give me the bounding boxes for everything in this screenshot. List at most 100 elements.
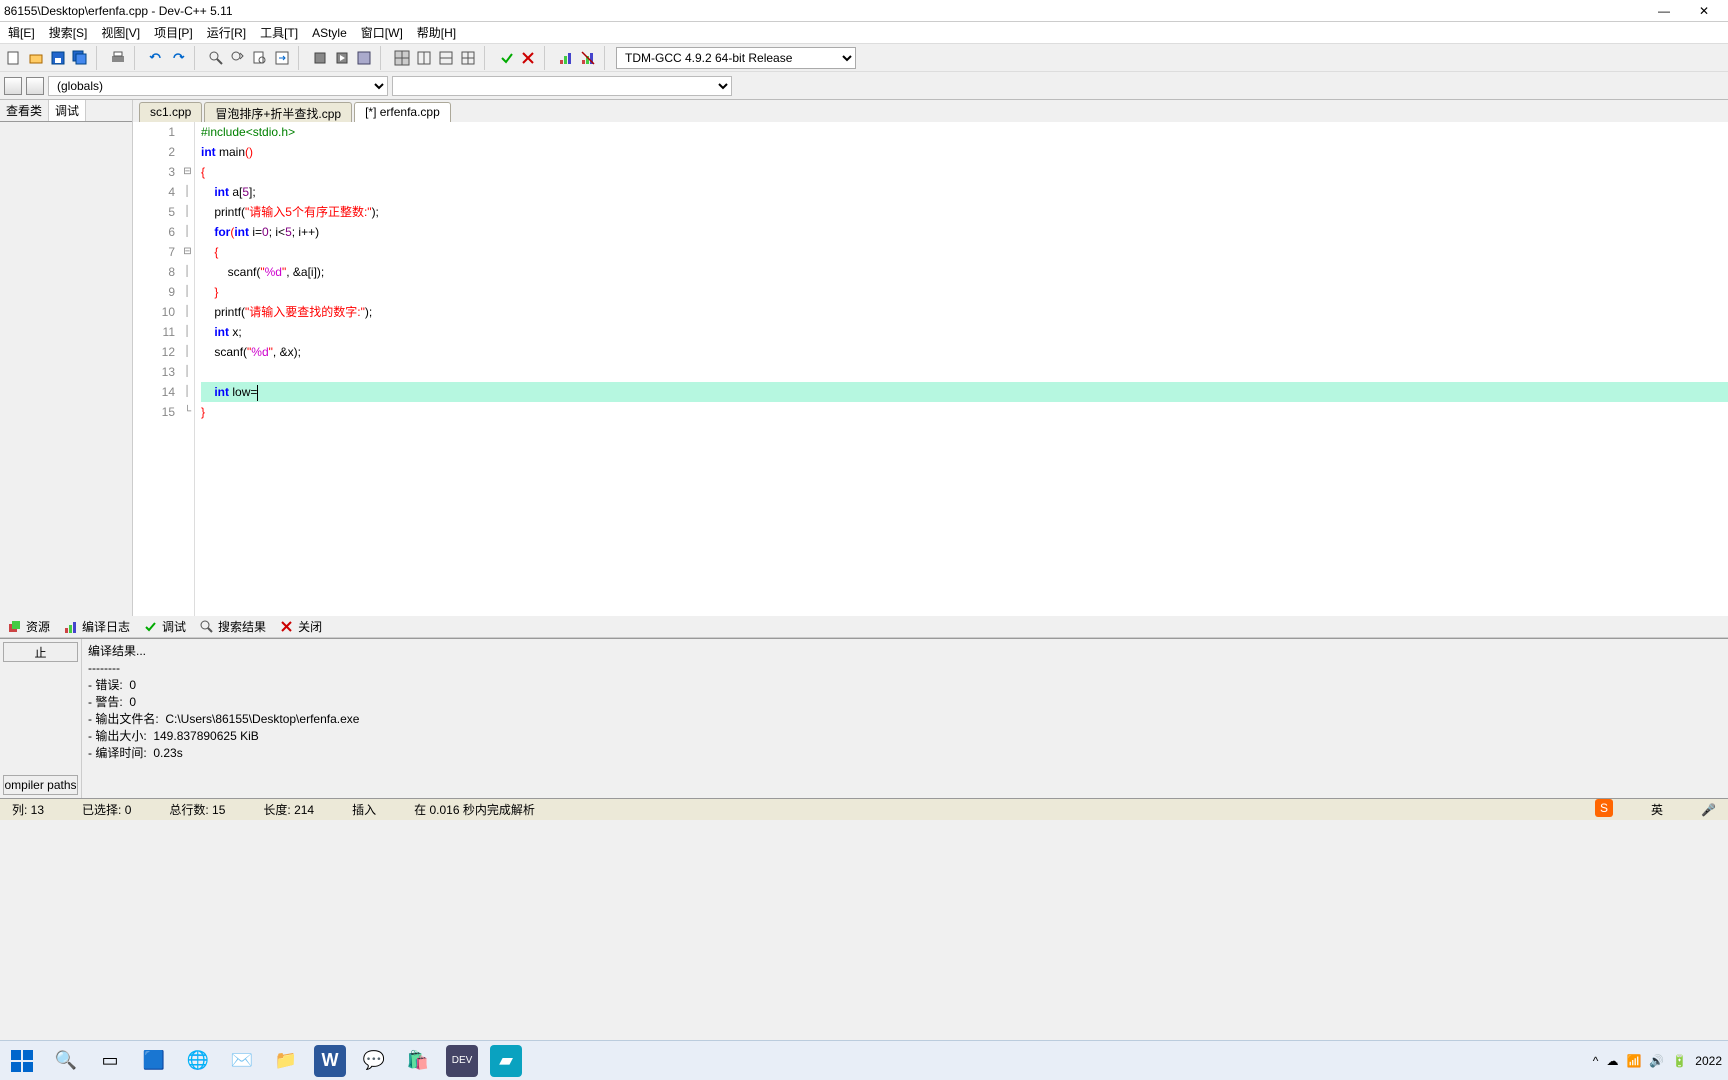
compiler-select[interactable]: TDM-GCC 4.9.2 64-bit Release: [616, 47, 856, 69]
rebuild-icon[interactable]: [392, 48, 412, 68]
edge-icon[interactable]: 🌐: [182, 1045, 214, 1077]
toolbar-separator: [380, 46, 386, 70]
ime-mic-icon[interactable]: 🎤: [1697, 803, 1720, 817]
menu-window[interactable]: 窗口[W]: [357, 22, 407, 43]
menu-search[interactable]: 搜索[S]: [45, 22, 92, 43]
compile-run-icon[interactable]: [354, 48, 374, 68]
tray-wifi-icon[interactable]: 📶: [1626, 1054, 1641, 1068]
open-icon[interactable]: [26, 48, 46, 68]
log-errors: - 错误: 0: [88, 677, 1722, 694]
status-total-lines: 总行数: 15: [165, 801, 229, 818]
sidetab-classes[interactable]: 查看类: [0, 100, 49, 121]
new-file-icon[interactable]: [4, 48, 24, 68]
layout3-icon[interactable]: [458, 48, 478, 68]
task-view-icon[interactable]: ▭: [94, 1045, 126, 1077]
menu-project[interactable]: 项目[P]: [150, 22, 197, 43]
layout1-icon[interactable]: [414, 48, 434, 68]
store-icon[interactable]: 🛍️: [402, 1045, 434, 1077]
run-icon[interactable]: [332, 48, 352, 68]
redo-icon[interactable]: [168, 48, 188, 68]
toolbar-separator: [96, 46, 102, 70]
ime-lang[interactable]: 英: [1647, 801, 1667, 818]
output-panel: 止 ompiler paths 编译结果... -------- - 错误: 0…: [0, 638, 1728, 798]
close-button[interactable]: ✕: [1684, 0, 1724, 22]
search-icon[interactable]: 🔍: [50, 1045, 82, 1077]
toolbar-separator: [194, 46, 200, 70]
log-sep: --------: [88, 660, 1722, 677]
debug-icon[interactable]: [496, 48, 516, 68]
save-icon[interactable]: [48, 48, 68, 68]
main-toolbar: TDM-GCC 4.9.2 64-bit Release: [0, 44, 1728, 72]
btab-close[interactable]: 关闭: [276, 616, 326, 637]
tab-erfenfa[interactable]: [*] erfenfa.cpp: [354, 102, 451, 122]
tray-year[interactable]: 2022: [1695, 1054, 1722, 1068]
file-tabs: sc1.cpp 冒泡排序+折半查找.cpp [*] erfenfa.cpp: [133, 100, 1728, 122]
status-col: 列: 13: [8, 801, 48, 818]
menu-run[interactable]: 运行[R]: [203, 22, 250, 43]
compiler-paths-button[interactable]: ompiler paths: [3, 775, 78, 795]
btab-search[interactable]: 搜索结果: [196, 616, 270, 637]
title-bar: 86155\Desktop\erfenfa.cpp - Dev-C++ 5.11…: [0, 0, 1728, 22]
compile-log[interactable]: 编译结果... -------- - 错误: 0 - 警告: 0 - 输出文件名…: [82, 639, 1728, 798]
tab-sc1[interactable]: sc1.cpp: [139, 102, 202, 122]
layout2-icon[interactable]: [436, 48, 456, 68]
word-icon[interactable]: W: [314, 1045, 346, 1077]
save-all-icon[interactable]: [70, 48, 90, 68]
minimize-button[interactable]: —: [1644, 0, 1684, 22]
output-buttons: 止 ompiler paths: [0, 639, 82, 798]
toolbar-separator: [298, 46, 304, 70]
side-panel: 查看类 调试: [0, 100, 133, 616]
system-tray: ^ ☁ 📶 🔊 🔋 2022: [1593, 1054, 1728, 1068]
mail-icon[interactable]: ✉️: [226, 1045, 258, 1077]
app-icon[interactable]: ▰: [490, 1045, 522, 1077]
wechat-icon[interactable]: 💬: [358, 1045, 390, 1077]
member-select[interactable]: [392, 76, 732, 96]
devcpp-icon[interactable]: DEV: [446, 1045, 478, 1077]
status-bar: 列: 13 已选择: 0 总行数: 15 长度: 214 插入 在 0.016 …: [0, 798, 1728, 820]
log-compile-time: - 编译时间: 0.23s: [88, 745, 1722, 762]
search-icon: [200, 620, 214, 634]
log-output-size: - 输出大小: 149.837890625 KiB: [88, 728, 1722, 745]
layers-icon: [8, 620, 22, 634]
btab-debug[interactable]: 调试: [140, 616, 190, 637]
find-in-files-icon[interactable]: [250, 48, 270, 68]
scope-toolbar: (globals): [0, 72, 1728, 100]
toolbar-separator: [604, 46, 610, 70]
compile-icon[interactable]: [310, 48, 330, 68]
tray-onedrive-icon[interactable]: ☁: [1606, 1054, 1618, 1068]
print-icon[interactable]: [108, 48, 128, 68]
tray-battery-icon[interactable]: 🔋: [1672, 1054, 1687, 1068]
toolbar-separator: [134, 46, 140, 70]
stop-debug-icon[interactable]: [518, 48, 538, 68]
goto-icon[interactable]: [272, 48, 292, 68]
menu-astyle[interactable]: AStyle: [308, 24, 351, 42]
menu-help[interactable]: 帮助[H]: [413, 22, 460, 43]
code-editor[interactable]: 12345 678910 1112131415 ⊟││ │⊟│││ ││││└ …: [133, 122, 1728, 616]
btab-compilelog[interactable]: 编译日志: [60, 616, 134, 637]
undo-icon[interactable]: [146, 48, 166, 68]
insert-button[interactable]: [4, 77, 22, 95]
tray-volume-icon[interactable]: 🔊: [1649, 1054, 1664, 1068]
profile-remove-icon[interactable]: [578, 48, 598, 68]
stop-button[interactable]: 止: [3, 642, 78, 662]
sidetab-debug[interactable]: 调试: [49, 100, 86, 121]
log-header: 编译结果...: [88, 643, 1722, 660]
explorer-icon[interactable]: 📁: [270, 1045, 302, 1077]
menu-view[interactable]: 视图[V]: [97, 22, 144, 43]
toggle-button[interactable]: [26, 77, 44, 95]
menu-edit[interactable]: 辑[E]: [4, 22, 39, 43]
start-icon[interactable]: [6, 1045, 38, 1077]
ime-indicator[interactable]: S: [1591, 799, 1617, 820]
widgets-icon[interactable]: 🟦: [138, 1045, 170, 1077]
menu-tools[interactable]: 工具[T]: [256, 22, 302, 43]
windows-taskbar: 🔍 ▭ 🟦 🌐 ✉️ 📁 W 💬 🛍️ DEV ▰ ^ ☁ 📶 🔊 🔋 2022: [0, 1040, 1728, 1080]
code-content[interactable]: #include<stdio.h> int main() { int a[5];…: [195, 122, 1728, 616]
bottom-tab-bar: 资源 编译日志 调试 搜索结果 关闭: [0, 616, 1728, 638]
tab-bubble[interactable]: 冒泡排序+折半查找.cpp: [204, 102, 352, 122]
globals-select[interactable]: (globals): [48, 76, 388, 96]
find-icon[interactable]: [206, 48, 226, 68]
tray-chevron-icon[interactable]: ^: [1593, 1054, 1599, 1068]
profile-icon[interactable]: [556, 48, 576, 68]
replace-icon[interactable]: [228, 48, 248, 68]
btab-resources[interactable]: 资源: [4, 616, 54, 637]
